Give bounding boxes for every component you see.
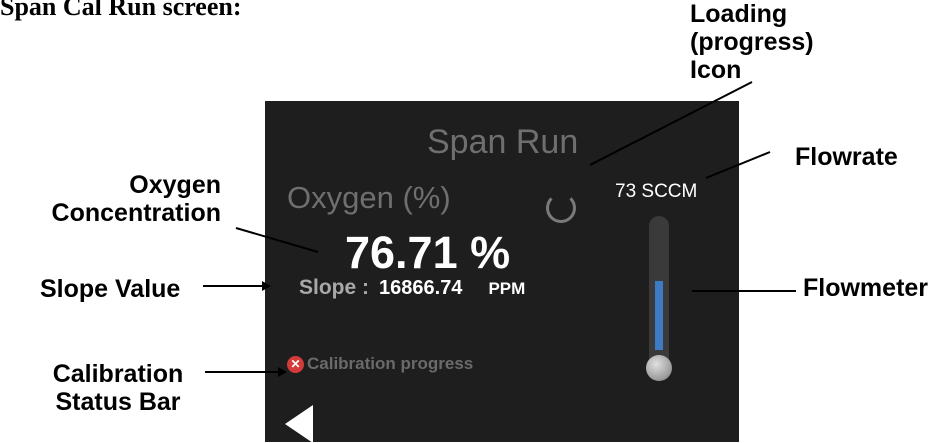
annotation-line: Concentration: [51, 199, 221, 227]
back-button[interactable]: [285, 405, 313, 443]
flowmeter-fill: [655, 281, 663, 350]
flowrate-value: 73 SCCM: [615, 181, 698, 202]
slope-row: Slope : 16866.74 PPM: [299, 276, 525, 300]
document-heading: Span Cal Run screen:: [0, 0, 242, 21]
annotation-line: (progress): [690, 28, 814, 56]
annotation-line: Status Bar: [55, 388, 181, 416]
slope-unit: PPM: [488, 279, 526, 298]
error-x-icon: ✕: [287, 355, 304, 373]
slope-value: 16866.74: [379, 277, 463, 299]
slope-label: Slope :: [299, 276, 370, 299]
annotation-flowmeter: Flowmeter: [803, 274, 929, 302]
calibration-status-bar: ✕ Calibration progress: [287, 354, 473, 374]
annotation-line: Icon: [690, 56, 742, 84]
annotation-loading-icon: Loading (progress) Icon: [690, 0, 814, 84]
loading-spinner-icon: [546, 193, 576, 223]
flowmeter: [646, 216, 672, 381]
annotation-oxygen-concentration: Oxygen Concentration: [3, 171, 221, 227]
annotation-line: Calibration: [52, 360, 184, 388]
annotation-line: Oxygen: [129, 171, 221, 199]
calibration-status-text: Calibration progress: [307, 354, 474, 373]
oxygen-label: Oxygen (%): [287, 180, 451, 215]
span-run-screen: Span Run Oxygen (%) 76.71 % Slope : 1686…: [265, 101, 739, 443]
annotation-line: Loading: [690, 0, 788, 28]
screen-title: Span Run: [427, 123, 579, 161]
annotation-slope-value: Slope Value: [40, 275, 181, 303]
flowmeter-knob: [646, 355, 672, 381]
annotation-flowrate: Flowrate: [795, 143, 898, 171]
oxygen-concentration-value: 76.71 %: [345, 227, 511, 278]
annotation-calibration-status-bar: Calibration Status Bar: [29, 360, 207, 416]
